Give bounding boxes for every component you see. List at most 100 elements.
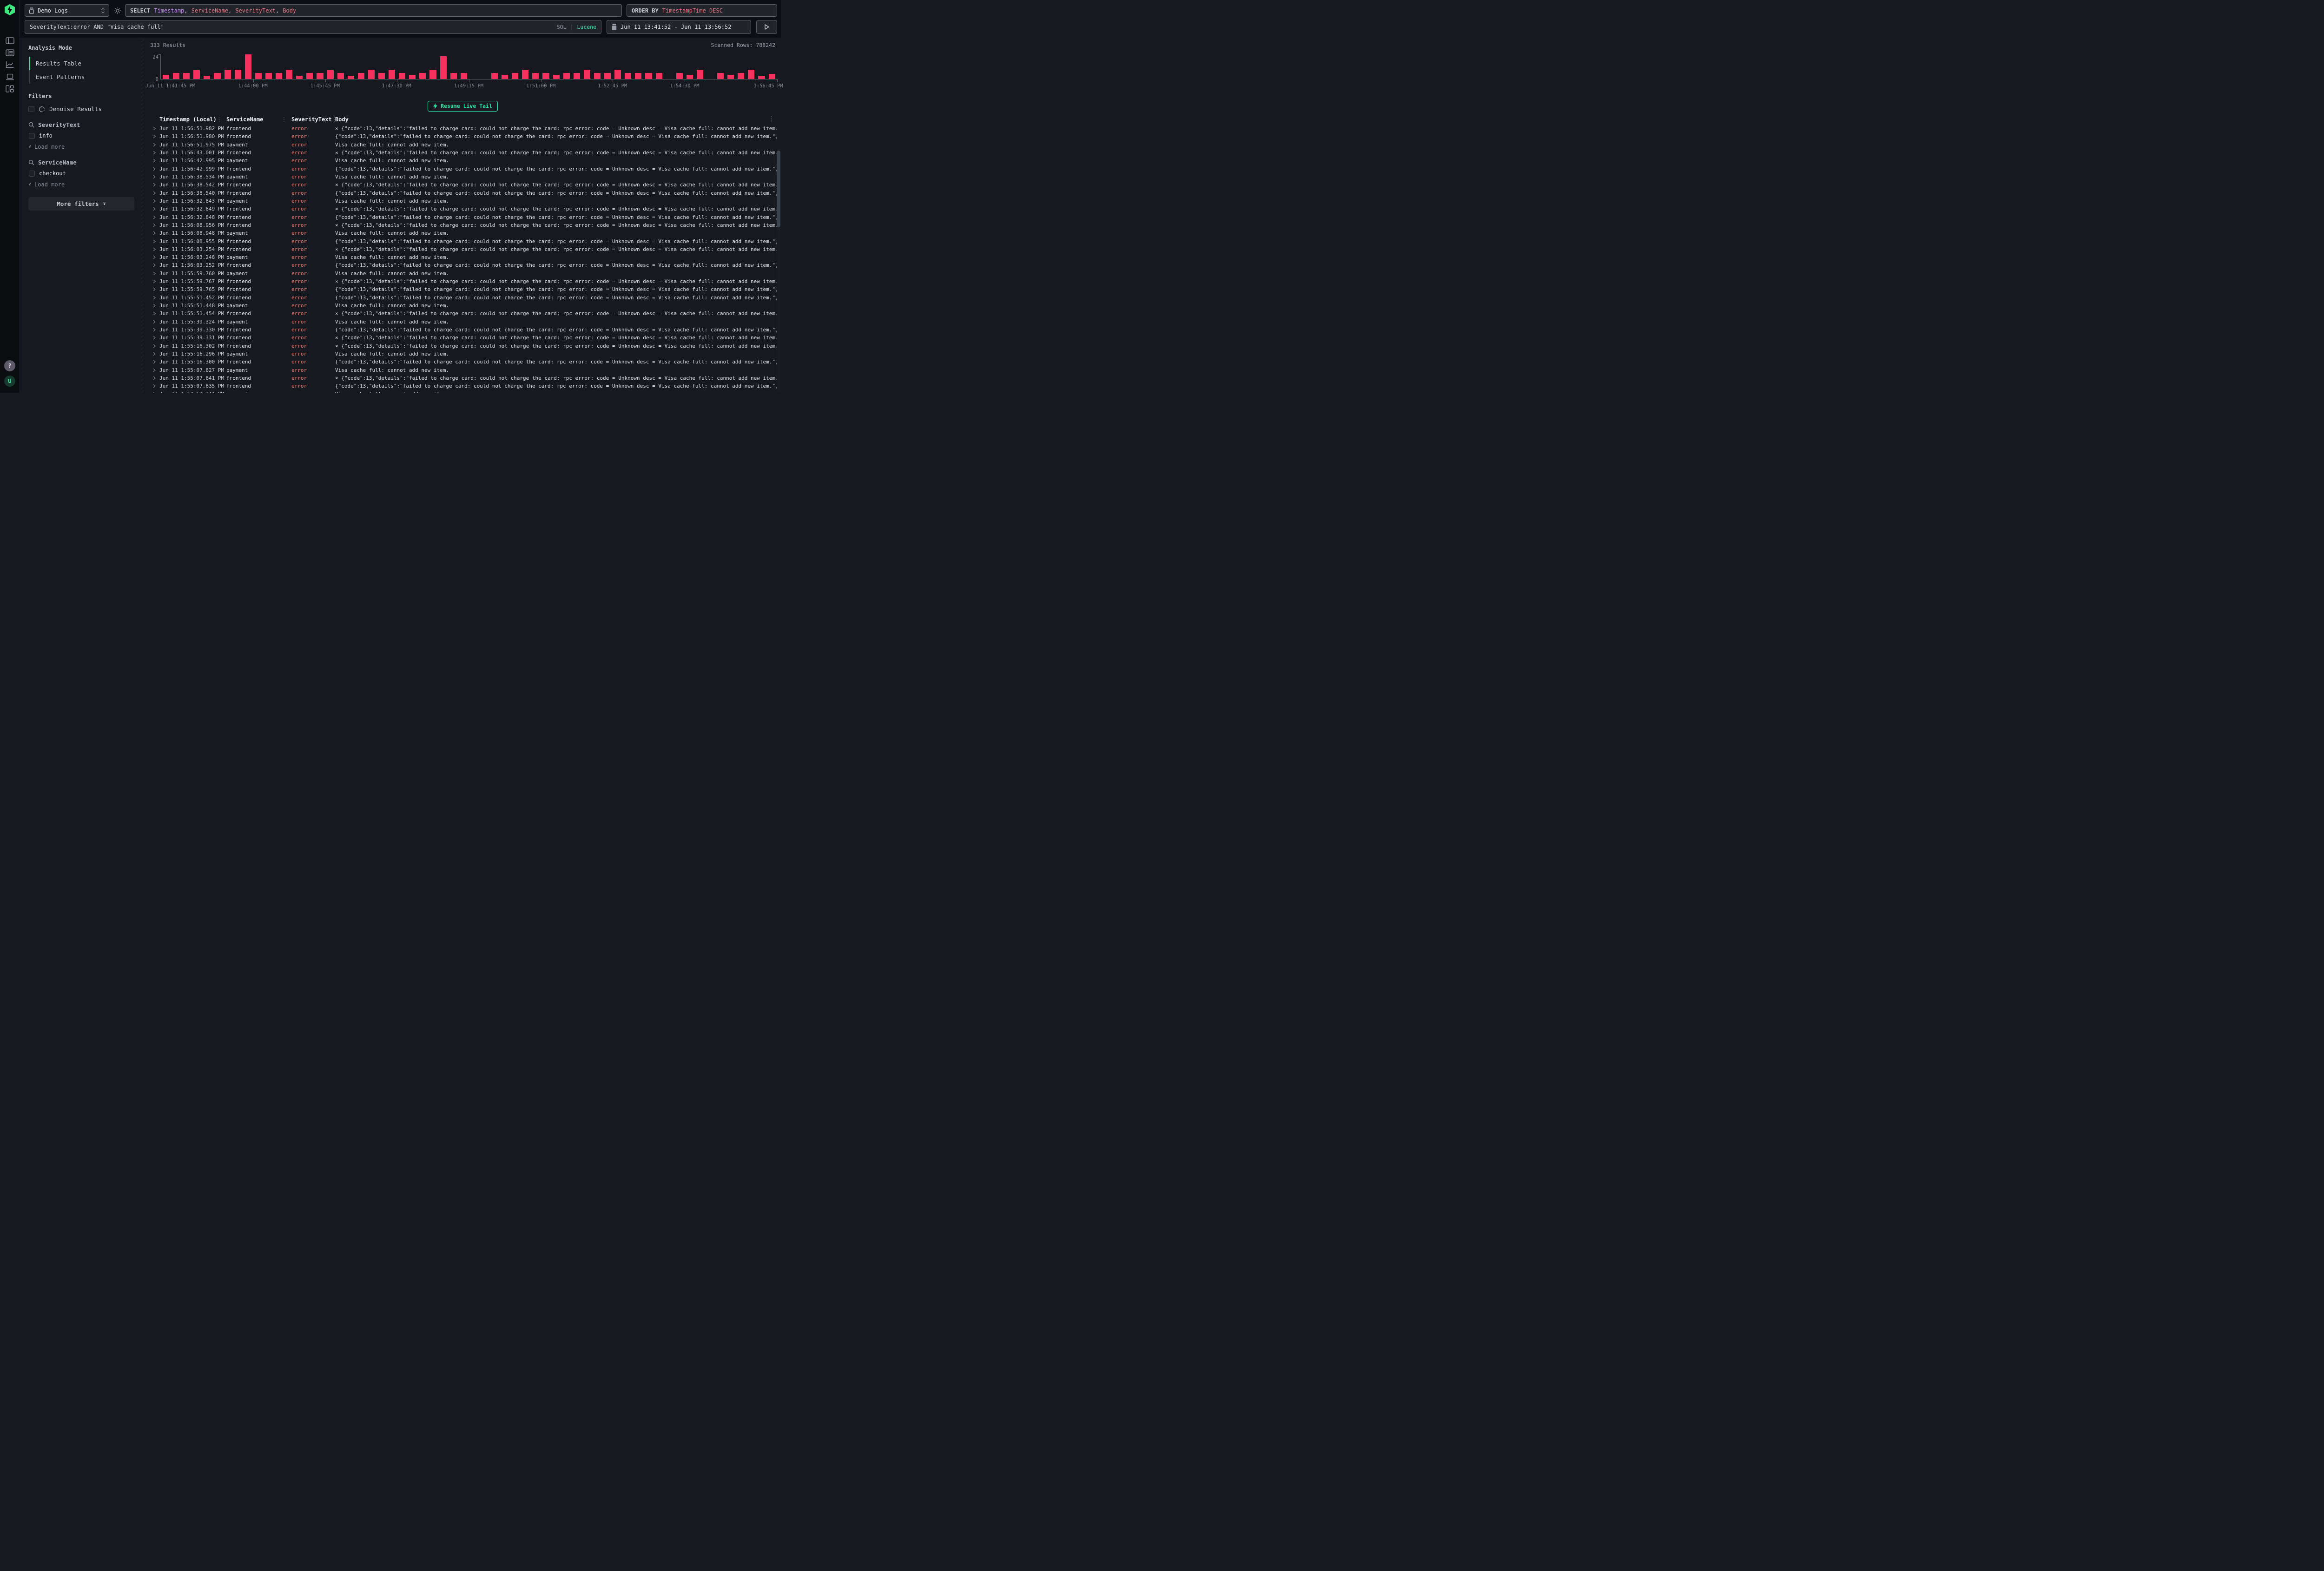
row-expand-icon[interactable] [148,320,159,324]
toggle-sql[interactable]: SQL [557,24,567,30]
load-more-servicename[interactable]: ∨ Load more [28,181,134,188]
row-expand-icon[interactable] [148,143,159,147]
row-expand-icon[interactable] [148,271,159,276]
column-resize-handle[interactable]: ⋮ [281,116,291,123]
column-resize-handle[interactable]: ⋮ [217,116,226,123]
row-expand-icon[interactable] [148,311,159,316]
run-query-button[interactable] [756,20,777,34]
histogram-plot-area[interactable] [160,54,777,79]
source-select[interactable]: Demo Logs [25,4,109,17]
row-expand-icon[interactable] [148,392,159,393]
table-row[interactable]: Jun 11 1:56:51.975 PMpaymenterrorVisa ca… [148,141,777,149]
table-row[interactable]: Jun 11 1:55:07.835 PMfrontenderror{"code… [148,382,777,390]
load-more-severitytext[interactable]: ∨ Load more [28,144,134,150]
table-row[interactable]: Jun 11 1:56:32.849 PMfrontenderror× {"co… [148,205,777,213]
more-filters-button[interactable]: More filters ∨ [28,197,134,211]
resume-live-tail-button[interactable]: Resume Live Tail [428,101,498,112]
table-row[interactable]: Jun 11 1:55:07.841 PMfrontenderror× {"co… [148,374,777,382]
tab-results-table[interactable]: Results Table [29,57,134,70]
table-row[interactable]: Jun 11 1:56:42.999 PMfrontenderror{"code… [148,165,777,173]
row-expand-icon[interactable] [148,344,159,348]
row-expand-icon[interactable] [148,263,159,267]
row-expand-icon[interactable] [148,134,159,139]
table-row[interactable]: Jun 11 1:55:16.300 PMfrontenderror{"code… [148,358,777,366]
results-histogram[interactable]: 24 0 Jun 11 1:41:45 PM1:44:00 PM1:45:45 … [148,54,777,91]
row-expand-icon[interactable] [148,279,159,284]
hyperdx-logo-icon[interactable] [4,4,16,16]
table-row[interactable]: Jun 11 1:55:16.296 PMpaymenterrorVisa ca… [148,350,777,358]
row-expand-icon[interactable] [148,360,159,364]
row-expand-icon[interactable] [148,304,159,308]
table-row[interactable]: Jun 11 1:55:07.827 PMpaymenterrorVisa ca… [148,366,777,374]
row-expand-icon[interactable] [148,239,159,244]
search-logs-icon[interactable] [3,46,17,59]
row-expand-icon[interactable] [148,158,159,163]
checkout-checkbox[interactable] [29,171,35,177]
row-expand-icon[interactable] [148,255,159,259]
collapse-sidebar-icon[interactable] [3,34,17,46]
table-row[interactable]: Jun 11 1:55:59.760 PMpaymenterrorVisa ca… [148,270,777,277]
table-row[interactable]: Jun 11 1:56:03.252 PMfrontenderror{"code… [148,261,777,269]
sessions-icon[interactable] [3,71,17,83]
row-expand-icon[interactable] [148,231,159,235]
tab-event-patterns[interactable]: Event Patterns [29,70,134,84]
row-expand-icon[interactable] [148,376,159,380]
row-expand-icon[interactable] [148,199,159,203]
row-expand-icon[interactable] [148,296,159,300]
row-expand-icon[interactable] [148,247,159,251]
table-row[interactable]: Jun 11 1:55:59.765 PMfrontenderror{"code… [148,285,777,293]
table-row[interactable]: Jun 11 1:56:43.001 PMfrontenderror× {"co… [148,149,777,157]
table-row[interactable]: Jun 11 1:55:39.331 PMfrontenderror× {"co… [148,334,777,342]
row-expand-icon[interactable] [148,287,159,291]
table-row[interactable]: Jun 11 1:56:08.956 PMfrontenderror× {"co… [148,221,777,229]
table-row[interactable]: Jun 11 1:55:39.330 PMfrontenderror{"code… [148,326,777,334]
order-by-input[interactable]: ORDER BY TimestampTime DESC [627,4,777,17]
table-row[interactable]: Jun 11 1:55:59.767 PMfrontenderror× {"co… [148,277,777,285]
row-expand-icon[interactable] [148,215,159,219]
info-checkbox[interactable] [29,133,35,139]
table-row[interactable]: Jun 11 1:56:42.995 PMpaymenterrorVisa ca… [148,157,777,165]
select-columns-input[interactable]: SELECTTimestamp,ServiceName,SeverityText… [125,4,622,17]
row-expand-icon[interactable] [148,191,159,195]
table-row[interactable]: Jun 11 1:56:38.534 PMpaymenterrorVisa ca… [148,173,777,181]
table-row[interactable]: Jun 11 1:56:38.542 PMfrontenderror× {"co… [148,181,777,189]
table-row[interactable]: Jun 11 1:56:03.248 PMpaymenterrorVisa ca… [148,253,777,261]
row-expand-icon[interactable] [148,328,159,332]
table-options-icon[interactable]: ⋮ [768,116,774,123]
row-expand-icon[interactable] [148,223,159,227]
row-expand-icon[interactable] [148,352,159,356]
row-expand-icon[interactable] [148,126,159,131]
dashboards-icon[interactable] [3,83,17,95]
help-button[interactable]: ? [4,360,15,371]
table-row[interactable]: Jun 11 1:55:16.302 PMfrontenderror× {"co… [148,342,777,350]
user-avatar[interactable]: U [4,376,15,387]
row-expand-icon[interactable] [148,167,159,171]
table-row[interactable]: Jun 11 1:56:08.948 PMpaymenterrorVisa ca… [148,229,777,237]
table-row[interactable]: Jun 11 1:56:32.848 PMfrontenderror{"code… [148,213,777,221]
table-row[interactable]: Jun 11 1:56:51.982 PMfrontenderror× {"co… [148,125,777,132]
row-expand-icon[interactable] [148,336,159,340]
table-row[interactable]: Jun 11 1:55:39.324 PMpaymenterrorVisa ca… [148,318,777,326]
toggle-lucene[interactable]: Lucene [577,24,596,30]
row-expand-icon[interactable] [148,183,159,187]
column-resize-handle[interactable]: ⋮ [332,116,335,123]
table-row[interactable]: Jun 11 1:56:32.843 PMpaymenterrorVisa ca… [148,197,777,205]
row-expand-icon[interactable] [148,175,159,179]
search-query-input[interactable]: SeverityText:error AND "Visa cache full"… [25,20,601,34]
denoise-checkbox[interactable] [28,106,34,112]
row-expand-icon[interactable] [148,151,159,155]
table-row[interactable]: Jun 11 1:55:51.448 PMpaymenterrorVisa ca… [148,302,777,310]
table-scrollbar-thumb[interactable] [777,151,780,227]
table-row[interactable]: Jun 11 1:56:08.955 PMfrontenderror{"code… [148,237,777,245]
table-row[interactable]: Jun 11 1:56:38.540 PMfrontenderror{"code… [148,189,777,197]
row-expand-icon[interactable] [148,384,159,388]
table-row[interactable]: Jun 11 1:55:51.452 PMfrontenderror{"code… [148,294,777,302]
row-expand-icon[interactable] [148,368,159,372]
table-row[interactable]: Jun 11 1:56:03.254 PMfrontenderror× {"co… [148,245,777,253]
time-range-picker[interactable]: Jun 11 13:41:52 - Jun 11 13:56:52 [607,20,751,34]
chart-explorer-icon[interactable] [3,59,17,71]
source-settings-button[interactable] [112,4,123,17]
table-row[interactable]: Jun 11 1:54:52.241 PMpaymenterrorVisa ca… [148,390,777,393]
table-row[interactable]: Jun 11 1:56:51.980 PMfrontenderror{"code… [148,132,777,140]
table-row[interactable]: Jun 11 1:55:51.454 PMfrontenderror× {"co… [148,310,777,317]
